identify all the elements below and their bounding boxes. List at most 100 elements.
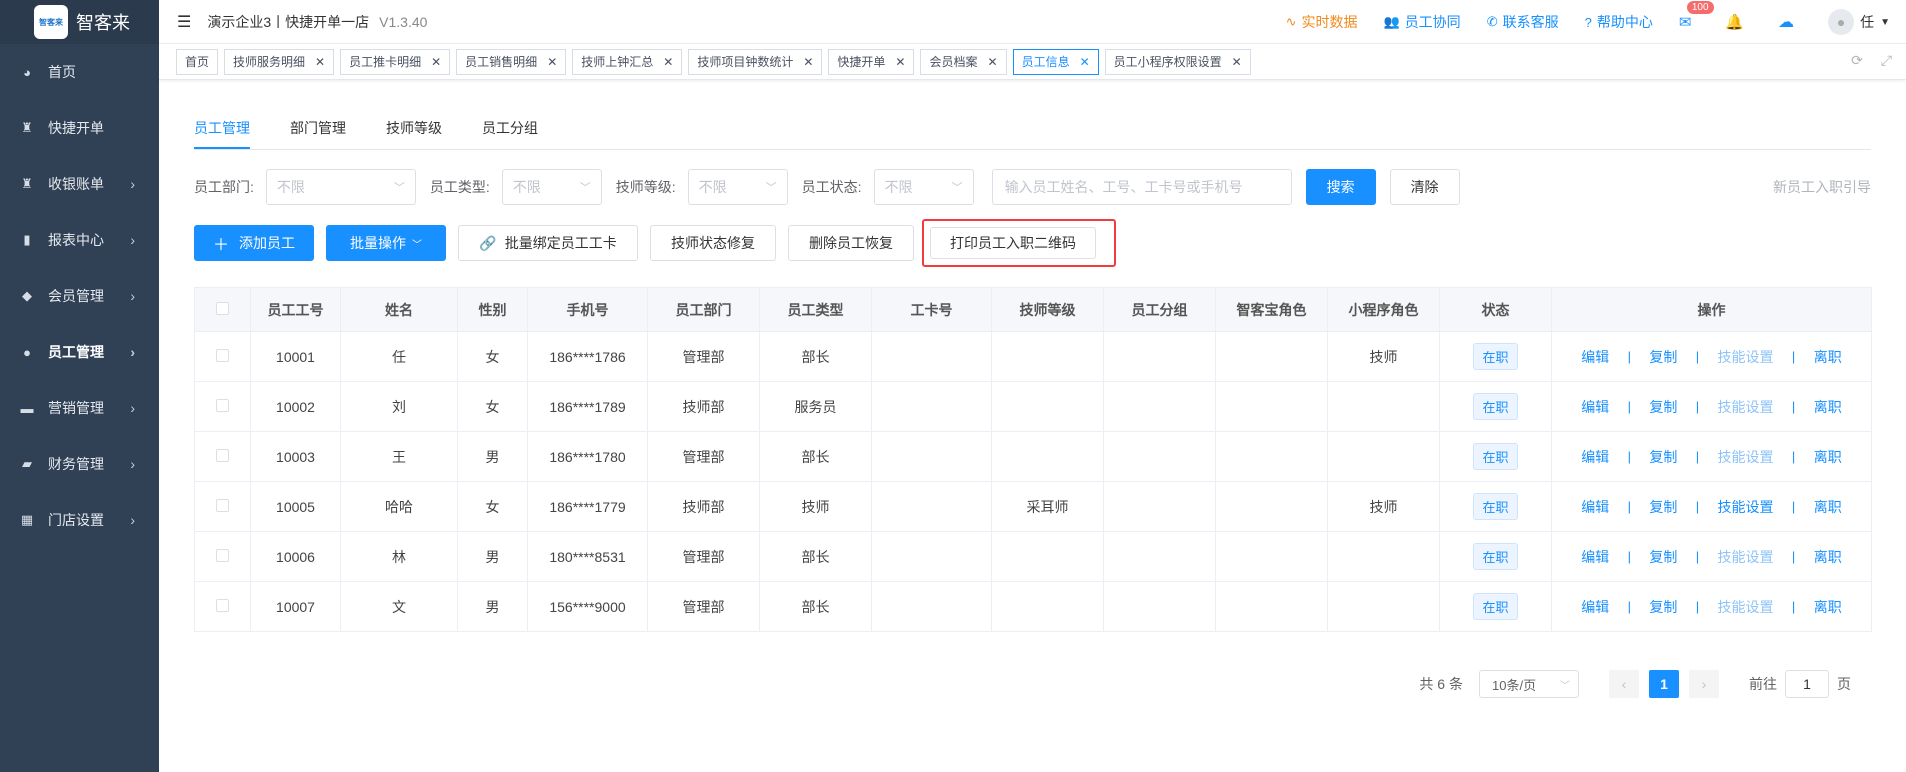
row-checkbox[interactable] [216,498,229,512]
edit-link[interactable]: 编辑 [1581,347,1609,367]
tab-tag[interactable]: 技师项目钟数统计 ✕ [688,48,823,75]
close-icon[interactable]: ✕ [988,55,998,69]
page-size-select[interactable]: 10条/页 ﹀ [1479,670,1579,698]
chevron-right-icon: › [130,456,135,472]
page-button-current[interactable]: 1 [1649,670,1679,698]
copy-link[interactable]: 复制 [1649,547,1677,567]
level-select[interactable]: 不限 ﹀ [687,169,788,205]
restore-employee-button[interactable]: 删除员工恢复 [788,225,914,261]
skill-settings-link[interactable]: 技能设置 [1718,597,1774,617]
sub-tab[interactable]: 员工管理 [194,118,250,149]
header-link[interactable]: ✆ 联系客服 [1487,12,1559,32]
resign-link[interactable]: 离职 [1814,397,1842,417]
row-checkbox[interactable] [216,348,229,362]
sidebar-item[interactable]: ▬ 营销管理 › [0,380,159,436]
close-icon[interactable]: ✕ [1080,55,1090,69]
fix-status-button[interactable]: 技师状态修复 [650,225,776,261]
close-icon[interactable]: ✕ [315,55,325,69]
clear-button[interactable]: 清除 [1389,169,1460,205]
type-select[interactable]: 不限 ﹀ [501,169,602,205]
sidebar-item[interactable]: ▰ 财务管理 › [0,436,159,492]
copy-link[interactable]: 复制 [1649,347,1677,367]
row-checkbox[interactable] [216,548,229,562]
refresh-icon[interactable]: ⟳ [1851,52,1863,69]
tab-tag[interactable]: 员工推卡明细 ✕ [340,48,451,75]
menu-toggle-icon[interactable]: ☰ [177,12,191,32]
sidebar-item[interactable]: ◆ 会员管理 › [0,268,159,324]
sidebar-item[interactable]: ♜ 快捷开单 [0,100,159,156]
row-checkbox[interactable] [216,598,229,612]
skill-settings-link[interactable]: 技能设置 [1718,347,1774,367]
sidebar-item[interactable]: ▦ 门店设置 › [0,492,159,548]
resign-link[interactable]: 离职 [1814,497,1842,517]
resign-link[interactable]: 离职 [1814,447,1842,467]
edit-link[interactable]: 编辑 [1581,447,1609,467]
row-checkbox[interactable] [216,448,229,462]
edit-link[interactable]: 编辑 [1581,547,1609,567]
batch-ops-button[interactable]: 批量操作 ﹀ [326,225,446,261]
edit-link[interactable]: 编辑 [1581,397,1609,417]
close-icon[interactable]: ✕ [431,55,441,69]
sub-tab[interactable]: 技师等级 [386,118,442,149]
edit-link[interactable]: 编辑 [1581,497,1609,517]
close-icon[interactable]: ✕ [1232,55,1242,69]
dept-select[interactable]: 不限 ﹀ [265,169,416,205]
onboarding-guide-link[interactable]: 新员工入职引导 [1773,177,1871,197]
cloud-icon[interactable]: ☁ [1778,12,1794,32]
select-all-checkbox[interactable] [216,301,229,315]
mail-icon[interactable]: ✉ 100 [1679,1,1714,31]
add-employee-button[interactable]: ＋ 添加员工 [194,225,314,261]
resign-link[interactable]: 离职 [1814,597,1842,617]
tab-tag[interactable]: 快捷开单 ✕ [828,48,915,75]
avatar[interactable]: ● [1828,9,1855,35]
sidebar-item[interactable]: ◕ 首页 [0,44,159,100]
skill-settings-link[interactable]: 技能设置 [1718,447,1774,467]
copy-link[interactable]: 复制 [1649,497,1677,517]
user-name[interactable]: 任 [1860,12,1874,32]
chevron-down-icon[interactable]: ▼ [1880,17,1890,28]
sidebar-item[interactable]: ▮ 报表中心 › [0,212,159,268]
fullscreen-icon[interactable]: ⤢ [1881,52,1892,69]
skill-settings-link[interactable]: 技能设置 [1718,497,1774,517]
goto-label: 前往 [1749,676,1777,692]
tab-tag[interactable]: 技师上钟汇总 ✕ [572,48,683,75]
search-button[interactable]: 搜索 [1305,169,1376,205]
cell-phone: 186****1789 [527,381,648,432]
tab-tag[interactable]: 会员档案 ✕ [920,48,1007,75]
row-checkbox[interactable] [216,398,229,412]
skill-settings-link[interactable]: 技能设置 [1718,397,1774,417]
goto-page-input[interactable] [1785,670,1829,698]
tab-tag[interactable]: 员工小程序权限设置 ✕ [1104,48,1251,75]
bell-icon[interactable]: 🔔 [1725,13,1744,31]
next-page-button[interactable]: › [1689,670,1719,698]
bind-card-button[interactable]: 🔗 批量绑定员工工卡 [458,225,638,261]
sidebar-item[interactable]: ♜ 收银账单 › [0,156,159,212]
close-icon[interactable]: ✕ [895,55,905,69]
cell-card [871,481,992,532]
sidebar-item[interactable]: ● 员工管理 › [0,324,159,380]
status-select[interactable]: 不限 ﹀ [873,169,974,205]
search-input[interactable] [991,169,1292,205]
close-icon[interactable]: ✕ [803,55,813,69]
tab-tag[interactable]: 首页 [176,48,219,75]
resign-link[interactable]: 离职 [1814,547,1842,567]
close-icon[interactable]: ✕ [663,55,673,69]
copy-link[interactable]: 复制 [1649,447,1677,467]
skill-settings-link[interactable]: 技能设置 [1718,547,1774,567]
tab-tag[interactable]: 员工信息 ✕ [1012,48,1099,75]
tab-tag[interactable]: 技师服务明细 ✕ [224,48,335,75]
sub-tab[interactable]: 部门管理 [290,118,346,149]
copy-link[interactable]: 复制 [1649,397,1677,417]
copy-link[interactable]: 复制 [1649,597,1677,617]
close-icon[interactable]: ✕ [547,55,557,69]
resign-link[interactable]: 离职 [1814,347,1842,367]
header-link[interactable]: ∿ 实时数据 [1286,12,1358,32]
tab-tag[interactable]: 员工销售明细 ✕ [456,48,567,75]
prev-page-button[interactable]: ‹ [1609,670,1639,698]
sub-tab[interactable]: 员工分组 [482,118,538,149]
header-link[interactable]: ? 帮助中心 [1585,12,1653,32]
print-qr-button[interactable]: 打印员工入职二维码 [930,227,1096,259]
header-link[interactable]: 👥 员工协同 [1384,12,1461,32]
table-row: 10006 林男 180****8531 管理部 部长 在职 编辑 | 复制 | 技能设置 | 离职 [194,531,1872,582]
edit-link[interactable]: 编辑 [1581,597,1609,617]
